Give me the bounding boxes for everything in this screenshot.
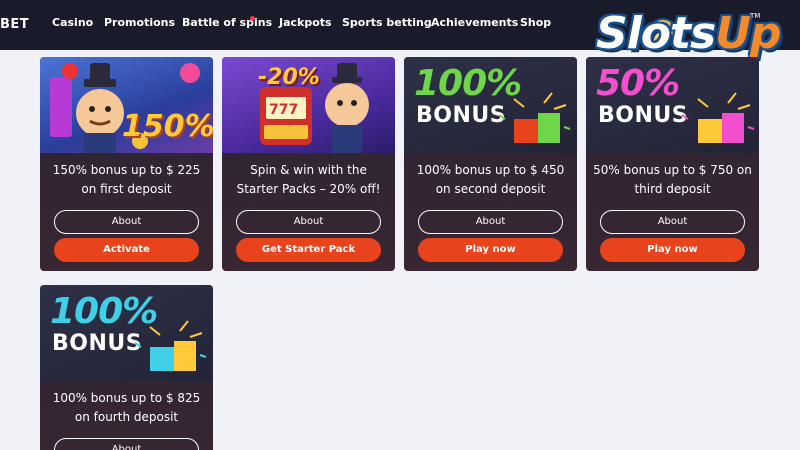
get-starter-pack-button[interactable]: Get Starter Pack xyxy=(236,238,381,262)
gift-box-icon xyxy=(498,92,571,143)
promo-image: 50% BONUS xyxy=(586,57,759,153)
promo-percent: -20% xyxy=(258,65,320,90)
promo-card-starter-packs: 777 -20% Spin & win with the Starter Pac… xyxy=(222,57,395,271)
play-now-button[interactable]: Play now xyxy=(600,238,745,262)
play-now-button[interactable]: Play now xyxy=(418,238,563,262)
nav-shop[interactable]: Shop xyxy=(520,16,551,29)
promo-card-third-deposit: 50% BONUS 50% bonus up to $ 750 on third… xyxy=(586,57,759,271)
about-button[interactable]: About xyxy=(418,210,563,234)
brand-logo[interactable]: BET xyxy=(0,17,29,32)
promo-image: 100% BONUS xyxy=(40,285,213,381)
svg-text:777: 777 xyxy=(269,102,298,118)
promo-card-second-deposit: 100% BONUS 100% bonus up to $ 450 on sec… xyxy=(404,57,577,271)
trademark-mark: TM xyxy=(750,12,761,20)
promo-percent: 150% xyxy=(122,109,213,144)
promo-image: 777 -20% xyxy=(222,57,395,153)
gift-box-icon xyxy=(134,320,207,371)
promo-title: 100% bonus up to $ 825 on fourth deposit xyxy=(52,391,201,424)
promo-image: 100% BONUS xyxy=(404,57,577,153)
nav-jackpots[interactable]: Jackpots xyxy=(279,16,332,29)
promo-title: 150% bonus up to $ 225 on first deposit xyxy=(52,163,201,196)
nav-battle-of-spins[interactable]: Battle of spins xyxy=(182,16,272,29)
promo-title: Spin & win with the Starter Packs – 20% … xyxy=(236,163,381,196)
promo-title: 50% bonus up to $ 750 on third deposit xyxy=(593,163,752,196)
nav-promotions[interactable]: Promotions xyxy=(104,16,175,29)
nav-achievements[interactable]: Achievements xyxy=(431,16,518,29)
promo-card-fourth-deposit: 100% BONUS 100% bonus up to $ 825 on fou… xyxy=(40,285,213,450)
about-button[interactable]: About xyxy=(600,210,745,234)
about-button[interactable]: About xyxy=(54,438,199,450)
promo-image: 150% xyxy=(40,57,213,153)
nav-casino[interactable]: Casino xyxy=(52,16,93,29)
promo-card-first-deposit: 150% 150% bonus up to $ 225 on first dep… xyxy=(40,57,213,271)
nav-sports-betting[interactable]: Sports betting xyxy=(342,16,432,29)
about-button[interactable]: About xyxy=(54,210,199,234)
gift-box-icon xyxy=(681,92,755,143)
about-button[interactable]: About xyxy=(236,210,381,234)
notification-dot xyxy=(250,16,255,21)
activate-button[interactable]: Activate xyxy=(54,238,199,262)
promo-title: 100% bonus up to $ 450 on second deposit xyxy=(416,163,565,196)
